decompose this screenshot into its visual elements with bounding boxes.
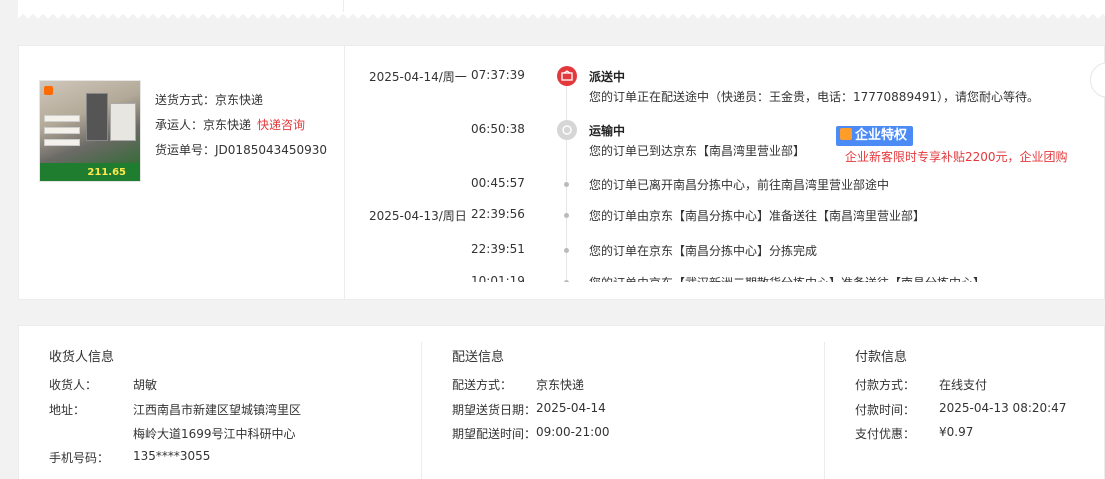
delivery-info: 配送信息 配送方式： 京东快递 期望送货日期： 2025-04-14 期望配送时… <box>422 326 824 479</box>
timeline-time: 07:37:39 <box>471 68 525 82</box>
enterprise-promo-text[interactable]: 企业新客限时专享补贴2200元，企业团购 <box>845 148 1068 165</box>
timeline-item: 06:50:38 运输中 您的订单已到达京东【南昌湾里营业部】 <box>359 120 1099 158</box>
timeline-item: 00:45:57 您的订单已离开南昌分拣中心，前往南昌湾里营业部途中 <box>359 174 1099 194</box>
thumb-tag <box>44 139 80 146</box>
thumb-tag <box>44 127 80 134</box>
timeline-time: 06:50:38 <box>471 122 525 136</box>
payment-title: 付款信息 <box>855 350 908 365</box>
address-line-1: 江西南昌市新建区望城镇湾里区 <box>133 403 302 417</box>
timeline-time: 22:39:56 <box>471 207 525 221</box>
tracking-number: 货运单号：JD0185043450930 <box>155 141 327 158</box>
receiver-info: 收货人信息 收货人： 胡敏 地址： 江西南昌市新建区望城镇湾里区 梅岭大道169… <box>19 326 421 479</box>
tracking-number-label: 货运单号： <box>155 143 216 157</box>
carrier-label: 承运人： <box>155 118 204 132</box>
product-device-image <box>86 93 108 141</box>
receiver-name-value: 胡敏 <box>133 378 158 392</box>
delivery-method: 送货方式：京东快递 <box>155 91 263 108</box>
carrier: 承运人：京东快递 快递咨询 <box>155 116 305 133</box>
timeline-time: 00:45:57 <box>471 176 525 190</box>
order-info-card: 收货人信息 收货人： 胡敏 地址： 江西南昌市新建区望城镇湾里区 梅岭大道169… <box>18 325 1105 479</box>
delivery-icon <box>557 66 577 86</box>
phone-value: 135****3055 <box>133 449 211 463</box>
payment-time-label: 付款时间： <box>855 403 916 417</box>
card-divider <box>343 0 344 12</box>
shopping-bag-icon <box>840 128 852 140</box>
receiver-name-label: 收货人： <box>49 378 98 392</box>
courier-consult-link[interactable]: 快递咨询 <box>257 118 305 132</box>
timeline-dot <box>564 182 569 187</box>
address-label: 地址： <box>49 403 86 417</box>
shipment-card: 211.65 送货方式：京东快递 承运人：京东快递 快递咨询 货运单号：JD018… <box>18 45 1105 300</box>
timeline-status: 派送中 <box>589 70 626 84</box>
timeline-item: 2025-04-14/周一 07:37:39 派送中 您的订单正在配送途中（快递… <box>359 66 1099 104</box>
delivery-method-value: 京东快递 <box>215 93 264 107</box>
expected-date-label: 期望送货日期： <box>452 403 537 417</box>
expected-time-value: 09:00-21:00 <box>536 425 610 439</box>
address-line-2: 梅岭大道1699号江中科研中心 <box>133 427 296 441</box>
timeline-dot <box>564 248 569 253</box>
tracking-number-value: JD0185043450930 <box>215 143 328 157</box>
payment-time-value: 2025-04-13 08:20:47 <box>939 401 1067 415</box>
timeline-item: 22:39:51 您的订单在京东【南昌分拣中心】分拣完成 <box>359 240 1099 260</box>
timeline-dot <box>564 213 569 218</box>
expected-time-label: 期望配送时间： <box>452 427 537 441</box>
expected-date-value: 2025-04-14 <box>536 401 606 415</box>
payment-discount-value: ¥0.97 <box>939 425 974 439</box>
receiver-title: 收货人信息 <box>49 350 115 365</box>
timeline-item: 10:01:19 您的订单由京东【武汉新洲二期散货分拣中心】准备送往【南昌分拣中… <box>359 272 1099 282</box>
timeline-status: 运输中 <box>589 124 626 138</box>
thumb-price: 211.65 <box>87 167 126 178</box>
payment-method-label: 付款方式： <box>855 378 916 392</box>
phone-label: 手机号码： <box>49 451 110 465</box>
product-device-image-2 <box>110 103 136 141</box>
delivery-method-label: 配送方式： <box>452 378 513 392</box>
brand-logo <box>44 86 53 95</box>
zigzag-edge <box>18 12 1105 22</box>
transit-icon <box>557 120 577 140</box>
shipment-summary: 211.65 送货方式：京东快递 承运人：京东快递 快递咨询 货运单号：JD018… <box>19 46 345 299</box>
payment-method-value: 在线支付 <box>939 378 988 392</box>
timeline-date: 2025-04-14/周一 <box>369 70 467 84</box>
timeline-desc: 您的订单由京东【武汉新洲二期散货分拣中心】准备送往【南昌分拣中心】 <box>589 274 985 282</box>
timeline-date: 2025-04-13/周日 <box>369 209 467 223</box>
enterprise-badge-label: 企业特权 <box>855 128 908 143</box>
product-thumbnail[interactable]: 211.65 <box>39 80 141 182</box>
timeline-time: 22:39:51 <box>471 242 525 256</box>
timeline-dot <box>564 280 569 282</box>
delivery-title: 配送信息 <box>452 350 505 365</box>
timeline-desc: 您的订单已离开南昌分拣中心，前往南昌湾里营业部途中 <box>589 178 890 192</box>
timeline-desc: 您的订单由京东【南昌分拣中心】准备送往【南昌湾里营业部】 <box>589 209 926 223</box>
enterprise-badge[interactable]: 企业特权 <box>836 126 914 146</box>
timeline-desc: 您的订单正在配送途中（快递员：王金贵，电话：17770889491），请您耐心等… <box>589 90 1039 104</box>
carrier-value: 京东快递 <box>203 118 252 132</box>
payment-discount-label: 支付优惠： <box>855 427 916 441</box>
delivery-method-label: 送货方式： <box>155 93 216 107</box>
thumb-tag <box>44 115 80 122</box>
delivery-method-value: 京东快递 <box>536 378 585 392</box>
timeline-desc: 您的订单在京东【南昌分拣中心】分拣完成 <box>589 244 818 258</box>
timeline-item: 2025-04-13/周日 22:39:56 您的订单由京东【南昌分拣中心】准备… <box>359 205 1099 225</box>
timeline-desc: 您的订单已到达京东【南昌湾里营业部】 <box>589 144 806 158</box>
payment-info: 付款信息 付款方式： 在线支付 付款时间： 2025-04-13 08:20:4… <box>825 326 1105 479</box>
timeline-time: 10:01:19 <box>471 274 525 282</box>
tracking-timeline[interactable]: 2025-04-14/周一 07:37:39 派送中 您的订单正在配送途中（快递… <box>359 60 1099 282</box>
